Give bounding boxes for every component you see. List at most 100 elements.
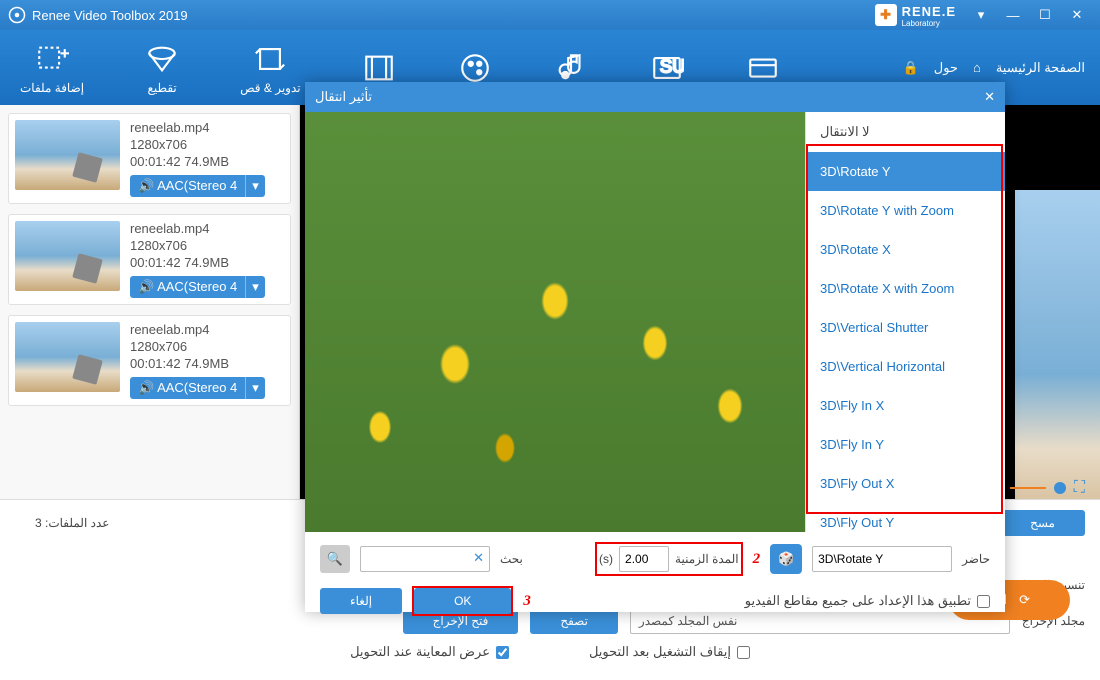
audio-label: 🔊 AAC(Stereo 4 bbox=[130, 377, 245, 399]
svg-text:SUB: SUB bbox=[660, 55, 684, 76]
app-title: Renee Video Toolbox 2019 bbox=[32, 8, 875, 23]
transition-option[interactable]: 3D\Rotate Y with Zoom bbox=[806, 191, 1005, 230]
audio-dropdown-icon[interactable]: ▾ bbox=[245, 276, 265, 298]
tool-effects[interactable] bbox=[361, 50, 397, 86]
file-count-label: عدد الملفات: 3 bbox=[35, 516, 109, 530]
current-transition-input[interactable] bbox=[812, 546, 952, 572]
preview-image bbox=[305, 112, 805, 532]
preview-checkbox-row[interactable]: عرض المعاينة عند التحويل bbox=[350, 644, 509, 660]
file-item[interactable]: reneelab.mp41280x70600:01:42 74.9MB🔊 AAC… bbox=[8, 214, 291, 305]
dialog-preview bbox=[305, 112, 805, 532]
file-duration-size: 00:01:42 74.9MB bbox=[130, 255, 284, 270]
search-input[interactable] bbox=[360, 546, 490, 572]
transition-option[interactable]: لا الانتقال bbox=[806, 112, 1005, 152]
transition-option[interactable]: 3D\Vertical Horizontal bbox=[806, 347, 1005, 386]
transition-list[interactable]: 1 لا الانتقال3D\Rotate Y3D\Rotate Y with… bbox=[805, 112, 1005, 532]
transition-option[interactable]: 3D\Vertical Shutter bbox=[806, 308, 1005, 347]
tool-trim[interactable]: تقطيع bbox=[144, 41, 180, 95]
dialog-title-text: تأثير انتقال bbox=[315, 89, 372, 105]
file-info: reneelab.mp41280x70600:01:42 74.9MB🔊 AAC… bbox=[130, 322, 284, 399]
fullscreen-icon[interactable]: ⛶ bbox=[1074, 479, 1085, 497]
shutdown-checkbox[interactable] bbox=[737, 646, 750, 659]
app-window: Renee Video Toolbox 2019 ✚ RENE.ELaborat… bbox=[0, 0, 1100, 680]
titlebar: Renee Video Toolbox 2019 ✚ RENE.ELaborat… bbox=[0, 0, 1100, 30]
transition-dialog: تأثير انتقال ✕ 1 لا الانتقال3D\Rotate Y3… bbox=[305, 82, 1005, 612]
nav-about[interactable]: حول bbox=[934, 60, 958, 76]
file-resolution: 1280x706 bbox=[130, 137, 284, 152]
audio-dropdown-icon[interactable]: ▾ bbox=[245, 377, 265, 399]
tool-rotate-crop[interactable]: تدوير & قص bbox=[240, 41, 301, 95]
annotation-box-3: OK bbox=[412, 586, 513, 616]
apply-all-label: تطبيق هذا الإعداد على جميع مقاطع الفيديو bbox=[745, 593, 971, 609]
file-item[interactable]: reneelab.mp4 1280x706 00:01:42 74.9MB 🔊 AAC… bbox=[8, 113, 291, 204]
apply-all-checkbox[interactable] bbox=[977, 595, 990, 608]
file-info: reneelab.mp41280x70600:01:42 74.9MB🔊 AAC… bbox=[130, 221, 284, 298]
file-duration-size: 00:01:42 74.9MB bbox=[130, 154, 284, 169]
audio-chip[interactable]: 🔊 AAC(Stereo 4▾ bbox=[130, 377, 265, 399]
tool-trim-label: تقطيع bbox=[147, 81, 176, 95]
music-icon bbox=[553, 50, 589, 86]
transition-option[interactable]: 3D\Rotate X with Zoom bbox=[806, 269, 1005, 308]
duration-input[interactable] bbox=[619, 546, 669, 572]
file-duration-size: 00:01:42 74.9MB bbox=[130, 356, 284, 371]
dice-icon: 🎲 bbox=[778, 551, 794, 567]
tool-palette[interactable] bbox=[457, 50, 493, 86]
transition-option[interactable]: 3D\Rotate X bbox=[806, 230, 1005, 269]
trim-icon bbox=[144, 41, 180, 77]
transition-option[interactable]: 3D\Fly In X bbox=[806, 386, 1005, 425]
file-thumbnail bbox=[15, 322, 120, 392]
duration-label: المدة الزمنية bbox=[675, 552, 739, 566]
apply-all-row[interactable]: تطبيق هذا الإعداد على جميع مقاطع الفيديو bbox=[745, 593, 990, 609]
brand-logo-icon: ✚ bbox=[875, 4, 897, 26]
brand-main: RENE.E bbox=[902, 4, 956, 19]
refresh-icon: ⟳ bbox=[1019, 592, 1030, 608]
transition-option[interactable]: 3D\Rotate Y bbox=[806, 152, 1005, 191]
minimize-button[interactable]: — bbox=[998, 4, 1028, 26]
card-icon bbox=[745, 50, 781, 86]
palette-icon bbox=[457, 50, 493, 86]
file-name: reneelab.mp4 bbox=[130, 120, 284, 135]
subtitle-icon: SUB bbox=[649, 50, 685, 86]
audio-label: 🔊 AAC(Stereo 4 bbox=[130, 175, 245, 197]
current-label: حاضر bbox=[962, 552, 990, 566]
timeline-control[interactable]: ⛶ bbox=[1010, 478, 1085, 498]
close-button[interactable]: ✕ bbox=[1062, 4, 1092, 26]
maximize-button[interactable]: ☐ bbox=[1030, 4, 1060, 26]
cancel-button[interactable]: إلغاء bbox=[320, 588, 402, 614]
random-button[interactable]: 🎲 bbox=[770, 544, 802, 574]
tool-add-files[interactable]: إضافة ملفات bbox=[20, 41, 84, 95]
search-label: بحث bbox=[500, 552, 523, 566]
search-button[interactable]: 🔍 bbox=[320, 545, 350, 573]
film-icon bbox=[361, 50, 397, 86]
file-thumbnail bbox=[15, 221, 120, 291]
preview-checkbox[interactable] bbox=[496, 646, 509, 659]
file-item[interactable]: reneelab.mp41280x70600:01:42 74.9MB🔊 AAC… bbox=[8, 315, 291, 406]
clear-button[interactable]: مسح bbox=[1000, 510, 1085, 536]
tool-music[interactable] bbox=[553, 50, 589, 86]
preview-label: عرض المعاينة عند التحويل bbox=[350, 644, 490, 660]
transition-option[interactable]: 3D\Fly Out X bbox=[806, 464, 1005, 503]
home-icon[interactable]: ⌂ bbox=[973, 60, 981, 75]
transition-option[interactable]: 3D\Fly In Y bbox=[806, 425, 1005, 464]
menu-dropdown-icon[interactable]: ▾ bbox=[966, 4, 996, 26]
tool-subtitle[interactable]: SUB bbox=[649, 50, 685, 86]
tool-add-files-label: إضافة ملفات bbox=[20, 81, 84, 95]
film-plus-icon bbox=[34, 41, 70, 77]
annotation-box-2: المدة الزمنية (s) bbox=[595, 542, 743, 576]
transition-option[interactable]: 3D\Fly Out Y bbox=[806, 503, 1005, 532]
lock-icon[interactable]: 🔒 bbox=[903, 60, 919, 76]
audio-dropdown-icon[interactable]: ▾ bbox=[245, 175, 265, 197]
tool-card[interactable] bbox=[745, 50, 781, 86]
toolbar-rightnav: 🔒 حول ⌂ الصفحة الرئيسية bbox=[903, 60, 1085, 76]
ok-button[interactable]: OK bbox=[414, 588, 511, 614]
file-name: reneelab.mp4 bbox=[130, 322, 284, 337]
audio-chip[interactable]: 🔊 AAC(Stereo 4▾ bbox=[130, 276, 265, 298]
dialog-close-icon[interactable]: ✕ bbox=[984, 89, 995, 105]
brand-sub: Laboratory bbox=[902, 19, 956, 28]
clear-search-icon[interactable]: ✕ bbox=[473, 550, 484, 566]
search-icon: 🔍 bbox=[327, 551, 343, 567]
shutdown-checkbox-row[interactable]: إيقاف التشغيل بعد التحويل bbox=[589, 644, 750, 660]
audio-chip[interactable]: 🔊 AAC(Stereo 4▾ bbox=[130, 175, 265, 197]
nav-home[interactable]: الصفحة الرئيسية bbox=[996, 60, 1085, 76]
file-name: reneelab.mp4 bbox=[130, 221, 284, 236]
